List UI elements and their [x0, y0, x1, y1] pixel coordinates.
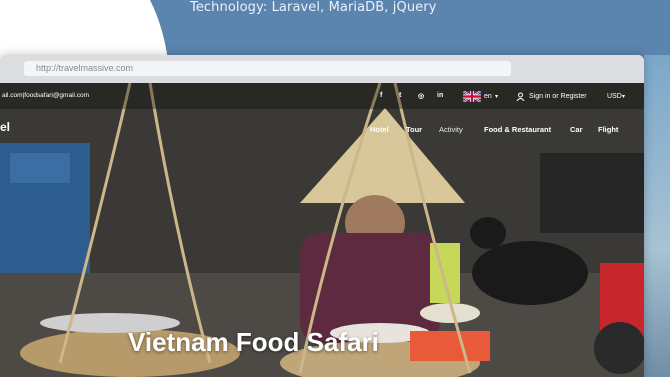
menu-car[interactable]: Car [570, 125, 583, 134]
user-icon[interactable] [516, 92, 525, 101]
uk-flag-icon[interactable] [463, 91, 481, 102]
contact-email[interactable]: ail.com|foodsafari@gmail.com [2, 92, 89, 99]
hero-title: Vietnam Food Safari [128, 327, 379, 357]
facebook-icon[interactable]: f [380, 92, 382, 99]
menu-flight[interactable]: Flight [598, 125, 618, 134]
background-photo-edge [644, 55, 670, 377]
instagram-icon[interactable]: ◎ [418, 92, 424, 100]
currency-selector[interactable]: USD [607, 93, 622, 100]
sign-in-register-link[interactable]: Sign in or Register [529, 93, 587, 100]
site-logo[interactable]: el [0, 120, 10, 134]
currency-caret-icon[interactable]: ▾ [622, 93, 625, 100]
browser-toolbar: http://travelmassive.com [0, 55, 644, 83]
language-caret-icon[interactable]: ▾ [495, 93, 498, 100]
language-selector[interactable]: en [484, 93, 492, 100]
menu-hotel[interactable]: Hotel [370, 125, 389, 134]
menu-food-restaurant[interactable]: Food & Restaurant [484, 125, 551, 134]
hero-banner: ail.com|foodsafari@gmail.com f t ◎ in en… [0, 83, 644, 377]
menu-tour[interactable]: Tour [406, 125, 422, 134]
address-bar[interactable]: http://travelmassive.com [24, 61, 511, 76]
browser-window: http://travelmassive.com ail.com|foodsaf… [0, 55, 644, 377]
twitter-icon[interactable]: t [399, 92, 401, 99]
linkedin-icon[interactable]: in [437, 92, 443, 99]
technology-caption: Technology: Laravel, MariaDB, jQuery [190, 0, 437, 15]
menu-activity[interactable]: Activity [439, 125, 463, 134]
